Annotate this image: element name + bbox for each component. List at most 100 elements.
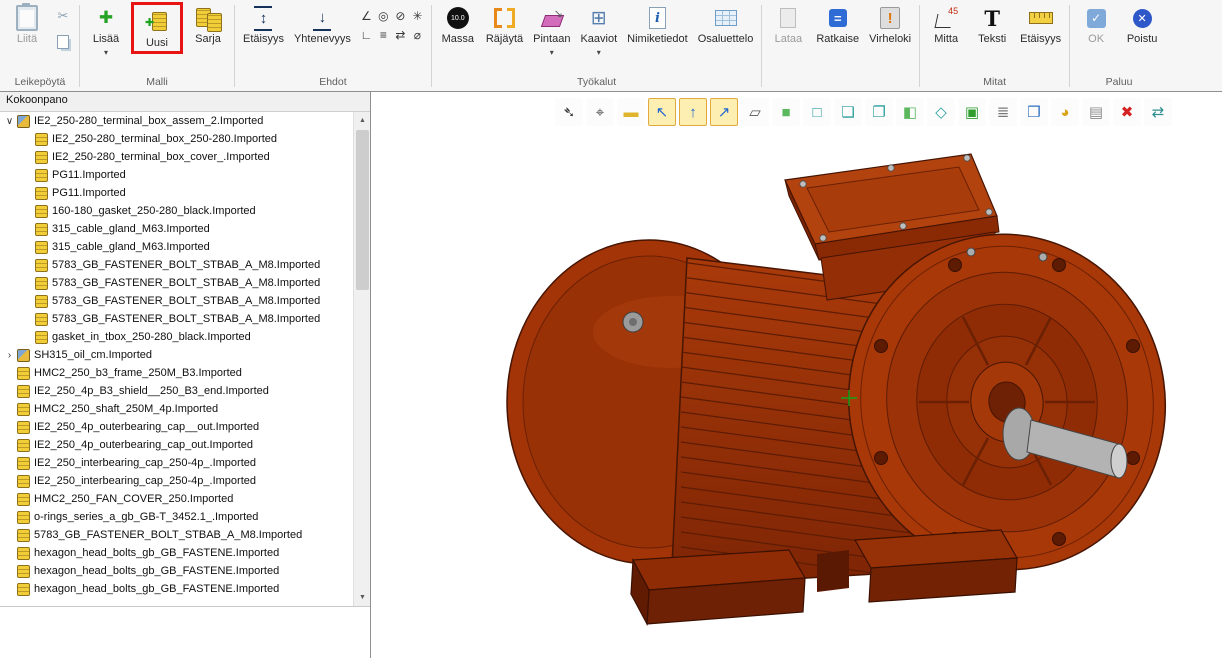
ribbon-divider xyxy=(761,5,762,87)
tree-item[interactable]: IE2_250-280_terminal_box_250-280.Importe… xyxy=(0,130,353,148)
tree-caret-open-icon[interactable]: ∨ xyxy=(3,116,16,127)
tangent-constraint-icon[interactable]: ⊘ xyxy=(393,7,408,24)
dropdown-arrow-icon[interactable] xyxy=(550,47,554,55)
solve-button[interactable]: Ratkaise xyxy=(811,1,864,47)
explode-button[interactable]: Räjäytä xyxy=(481,1,528,47)
item-data-button[interactable]: Nimiketiedot xyxy=(622,1,693,47)
load-button[interactable]: Lataa xyxy=(765,1,811,47)
copy-button[interactable] xyxy=(52,31,74,53)
mass-button[interactable]: 10.0 Massa xyxy=(435,1,481,47)
tree-item[interactable]: IE2_250_interbearing_cap_250-4p_.Importe… xyxy=(0,454,353,472)
tree-item[interactable]: PG11.Imported xyxy=(0,184,353,202)
tree-item[interactable]: hexagon_head_bolts_gb_GB_FASTENE.Importe… xyxy=(0,544,353,562)
layers-icon[interactable]: ❒ xyxy=(1020,98,1048,126)
perpendicular-constraint-icon[interactable]: ∟ xyxy=(359,26,374,43)
snap-point-icon[interactable]: ↖ xyxy=(648,98,676,126)
tree-item-label: HMC2_250_shaft_250M_4p.Imported xyxy=(34,403,218,415)
page-icon xyxy=(780,8,796,28)
tree-caret-closed-icon[interactable]: › xyxy=(3,350,16,361)
scrollbar-thumb[interactable] xyxy=(356,130,369,290)
hidden-line-box-icon[interactable]: ❏ xyxy=(834,98,862,126)
group-label-dimensions: Mitat xyxy=(923,75,1066,91)
3d-viewport[interactable]: ➴⌖▬↖↑↗▱■□❏❐◧◇▣≣❒◕▤✖⇄ xyxy=(371,92,1222,658)
tree-item[interactable]: ∨IE2_250-280_terminal_box_assem_2.Import… xyxy=(0,112,353,130)
tree-item[interactable]: 315_cable_gland_M63.Imported xyxy=(0,220,353,238)
distance-constraint-button[interactable]: Etäisyys xyxy=(238,1,289,47)
tree-item[interactable]: 315_cable_gland_M63.Imported xyxy=(0,238,353,256)
shaded-view-icon[interactable]: ■ xyxy=(772,98,800,126)
tree-item[interactable]: 5783_GB_FASTENER_BOLT_STBAB_A_M8.Importe… xyxy=(0,310,353,328)
ok-button[interactable]: OK xyxy=(1073,1,1119,47)
ruler-icon xyxy=(1029,12,1053,24)
cut-button[interactable] xyxy=(52,5,74,27)
part-list-icon[interactable]: ≣ xyxy=(989,98,1017,126)
diagrams-button[interactable]: Kaaviot xyxy=(575,1,622,56)
print-icon[interactable]: ▤ xyxy=(1082,98,1110,126)
select-region-icon[interactable]: ⌖ xyxy=(586,98,614,126)
shaded-cube-icon[interactable]: ◧ xyxy=(896,98,924,126)
concentric-constraint-icon[interactable]: ◎ xyxy=(376,7,391,24)
tree-item[interactable]: HMC2_250_b3_frame_250M_B3.Imported xyxy=(0,364,353,382)
tree-item[interactable]: HMC2_250_shaft_250M_4p.Imported xyxy=(0,400,353,418)
scrollbar-down-button[interactable] xyxy=(354,589,370,606)
add-button[interactable]: Lisää xyxy=(83,1,129,56)
snap-vertical-icon[interactable]: ↑ xyxy=(679,98,707,126)
swap-view-icon[interactable]: ⇄ xyxy=(1144,98,1172,126)
tree-item[interactable]: hexagon_head_bolts_gb_GB_FASTENE.Importe… xyxy=(0,580,353,598)
tree-item[interactable]: 5783_GB_FASTENER_BOLT_STBAB_A_M8.Importe… xyxy=(0,274,353,292)
measure-icon: 45 xyxy=(934,6,958,30)
tree-scrollbar[interactable] xyxy=(353,112,370,606)
angle-constraint-icon[interactable]: ∠ xyxy=(359,7,374,24)
pick-solid-icon[interactable]: ▣ xyxy=(958,98,986,126)
section-box-icon[interactable]: ❐ xyxy=(865,98,893,126)
pattern-constraint-icon[interactable]: ✳ xyxy=(410,7,425,24)
error-log-button[interactable]: Virheloki xyxy=(864,1,916,47)
isometric-view-icon[interactable]: ◇ xyxy=(927,98,955,126)
tree-item[interactable]: 5783_GB_FASTENER_BOLT_STBAB_A_M8.Importe… xyxy=(0,526,353,544)
ok-label: OK xyxy=(1088,33,1104,46)
paste-button[interactable]: Liitä xyxy=(4,1,50,47)
motor-3d-model[interactable] xyxy=(371,92,1222,658)
tree-item[interactable]: PG11.Imported xyxy=(0,166,353,184)
assembly-tree: ∨IE2_250-280_terminal_box_assem_2.Import… xyxy=(0,112,353,606)
tree-item[interactable]: IE2_250_4p_B3_shield__250_B3_end.Importe… xyxy=(0,382,353,400)
parallel-constraint-icon[interactable]: ≡ xyxy=(376,26,391,43)
tree-item[interactable]: 5783_GB_FASTENER_BOLT_STBAB_A_M8.Importe… xyxy=(0,292,353,310)
measure-ruler-icon[interactable]: ▬ xyxy=(617,98,645,126)
delete-icon[interactable]: ✖ xyxy=(1113,98,1141,126)
tree-item[interactable]: IE2_250-280_terminal_box_cover_.Imported xyxy=(0,148,353,166)
wireframe-box-icon[interactable]: □ xyxy=(803,98,831,126)
tree-item[interactable]: HMC2_250_FAN_COVER_250.Imported xyxy=(0,490,353,508)
tree-item[interactable]: IE2_250_4p_outerbearing_cap_out.Imported xyxy=(0,436,353,454)
diameter-constraint-icon[interactable]: ⌀ xyxy=(410,26,425,43)
measure-button[interactable]: 45 Mitta xyxy=(923,1,969,47)
tree-item[interactable]: 5783_GB_FASTENER_BOLT_STBAB_A_M8.Importe… xyxy=(0,256,353,274)
text-button[interactable]: Teksti xyxy=(969,1,1015,47)
series-button[interactable]: Sarja xyxy=(185,1,231,47)
arc-mode-icon[interactable]: ◕ xyxy=(1051,98,1079,126)
pin-icon[interactable]: ➴ xyxy=(555,98,583,126)
tree-item[interactable]: hexagon_head_bolts_gb_GB_FASTENE.Importe… xyxy=(0,562,353,580)
align-constraint-icon[interactable]: ⇄ xyxy=(393,26,408,43)
coincidence-button[interactable]: Yhtenevyys xyxy=(289,1,356,47)
parts-list-button[interactable]: Osaluettelo xyxy=(693,1,759,47)
tree-item[interactable]: ›SH315_oil_cm.Imported xyxy=(0,346,353,364)
tree-item[interactable]: o-rings_series_a_gb_GB-T_3452.1_.Importe… xyxy=(0,508,353,526)
tree-item[interactable]: gasket_in_tbox_250-280_black.Imported xyxy=(0,328,353,346)
tree-item[interactable]: IE2_250_interbearing_cap_250-4p_.Importe… xyxy=(0,472,353,490)
tree-item-label: IE2_250-280_terminal_box_cover_.Imported xyxy=(52,151,270,163)
exit-button[interactable]: Poistu xyxy=(1119,1,1165,47)
distance-dimension-icon xyxy=(254,6,272,31)
dropdown-arrow-icon[interactable] xyxy=(104,47,108,55)
distance-button[interactable]: Etäisyys xyxy=(1015,1,1066,47)
mass-icon: 10.0 xyxy=(447,7,469,29)
dropdown-arrow-icon[interactable] xyxy=(597,47,601,55)
tree-item[interactable]: 160-180_gasket_250-280_black.Imported xyxy=(0,202,353,220)
snap-angle-icon[interactable]: ↗ xyxy=(710,98,738,126)
tree-item[interactable]: IE2_250_4p_outerbearing_cap__out.Importe… xyxy=(0,418,353,436)
new-button[interactable]: Uusi xyxy=(134,5,180,51)
scrollbar-up-button[interactable] xyxy=(354,112,370,129)
pick-element-icon[interactable]: ▱ xyxy=(741,98,769,126)
to-surface-button[interactable]: Pintaan xyxy=(528,1,575,56)
measure-label: Mitta xyxy=(934,33,958,46)
